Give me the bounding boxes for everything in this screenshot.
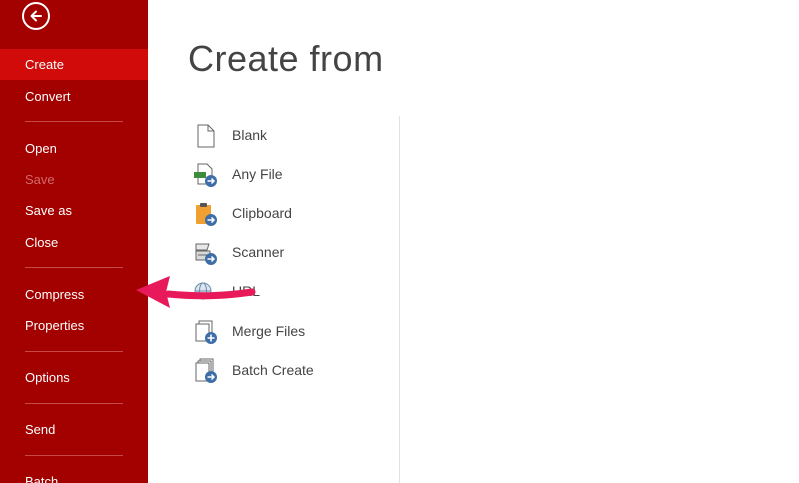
- app-window: Create Convert Open Save Save as Close C…: [0, 0, 799, 483]
- create-option-label: Blank: [232, 127, 268, 143]
- sidebar-divider: [25, 121, 123, 122]
- create-option-any-file[interactable]: Any File: [192, 160, 372, 190]
- clipboard-icon: [196, 203, 217, 226]
- sidebar-divider: [25, 351, 123, 352]
- scanner-icon: [195, 243, 217, 265]
- page-title: Create from: [188, 38, 384, 79]
- batch-create-icon: [195, 358, 217, 383]
- sidebar-item-options[interactable]: Options: [0, 362, 148, 393]
- sidebar-divider: [25, 455, 123, 456]
- create-option-label: Batch Create: [232, 362, 314, 378]
- create-option-blank[interactable]: Blank: [192, 121, 372, 151]
- any-file-icon: [194, 163, 217, 187]
- annotation-arrow: [136, 276, 256, 308]
- create-option-label: Any File: [232, 166, 283, 182]
- create-option-clipboard[interactable]: Clipboard: [192, 199, 372, 229]
- sidebar-item-compress[interactable]: Compress: [0, 279, 148, 310]
- sidebar-item-close[interactable]: Close: [0, 227, 148, 258]
- vertical-divider: [399, 116, 400, 483]
- blank-document-icon: [197, 124, 215, 148]
- sidebar-divider: [25, 403, 123, 404]
- create-option-batch-create[interactable]: Batch Create: [192, 356, 372, 386]
- create-option-label: Clipboard: [232, 205, 292, 221]
- sidebar-item-save-as[interactable]: Save as: [0, 195, 148, 226]
- sidebar-item-open[interactable]: Open: [0, 133, 148, 164]
- create-option-label: Scanner: [232, 244, 285, 260]
- sidebar-item-send[interactable]: Send: [0, 414, 148, 445]
- sidebar-item-properties[interactable]: Properties: [0, 310, 148, 341]
- merge-files-icon: [195, 320, 217, 344]
- sidebar-item-batch[interactable]: Batch: [0, 466, 148, 483]
- back-arrow-icon: [30, 10, 42, 22]
- create-option-merge-files[interactable]: Merge Files: [192, 317, 372, 347]
- sidebar-item-save: Save: [25, 172, 55, 187]
- sidebar: Create Convert Open Save Save as Close C…: [0, 0, 148, 483]
- sidebar-divider: [25, 267, 123, 268]
- create-option-scanner[interactable]: Scanner: [192, 238, 372, 268]
- sidebar-item-convert[interactable]: Convert: [0, 81, 148, 112]
- back-button[interactable]: [22, 2, 50, 30]
- main-panel: Create from Blank Any File Clipboard Sca…: [148, 0, 799, 483]
- sidebar-item-create[interactable]: Create: [0, 49, 148, 80]
- create-option-label: Merge Files: [232, 323, 306, 339]
